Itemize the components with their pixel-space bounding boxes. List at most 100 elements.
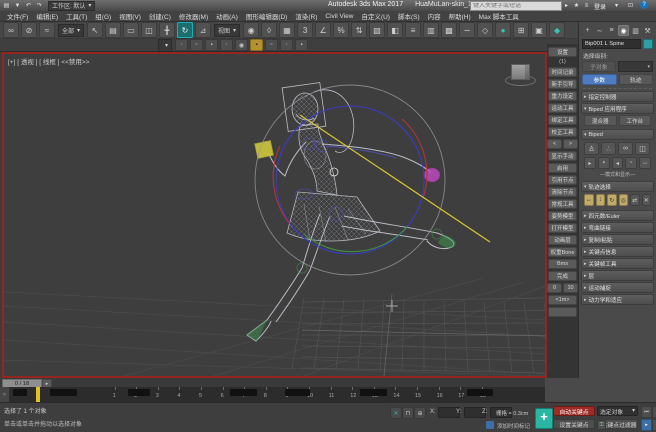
rollout-header-层[interactable]: ▸层 xyxy=(581,270,654,281)
modes-display-divider[interactable]: —模式和显示— xyxy=(582,171,653,178)
add-key-plus-button[interactable]: + xyxy=(535,408,553,429)
set-key-button[interactable]: 设置关键点 xyxy=(553,419,595,429)
biped-file-icon-0[interactable]: ▸ xyxy=(584,157,596,169)
track-selection-icon-2[interactable]: ↻ xyxy=(607,194,617,206)
rollout-header-指定控制器[interactable]: ▸指定控制器 xyxy=(581,91,654,102)
angle-snap-icon[interactable]: ∠ xyxy=(315,22,331,38)
motion-tab[interactable]: ◉ xyxy=(618,25,629,36)
keyframe-marker-0[interactable] xyxy=(13,389,27,396)
select-by-name-icon[interactable]: ▤ xyxy=(105,22,121,38)
sub-object-button[interactable]: 子对象 xyxy=(582,61,616,72)
menu-修改器(M)[interactable]: 修改器(M) xyxy=(175,11,212,21)
key-filter-scope-dropdown[interactable]: 选定对象 ▾ xyxy=(597,406,638,416)
strip-pair-left-button[interactable]: < xyxy=(547,139,562,149)
menu-文件(F)[interactable]: 文件(F) xyxy=(3,11,32,21)
reference-coordinate-dropdown[interactable]: 视图▾ xyxy=(214,24,240,37)
mirror-icon[interactable]: ◧ xyxy=(387,22,403,38)
modify-tab[interactable]: ∼ xyxy=(594,25,605,36)
search-input[interactable] xyxy=(471,3,561,10)
menu-Civil View[interactable]: Civil View xyxy=(321,13,357,20)
go-to-start-icon[interactable]: ⏮ xyxy=(641,406,652,418)
align-icon[interactable]: ≡ xyxy=(405,22,421,38)
keyframe-marker-3[interactable] xyxy=(230,389,257,396)
rollout-header-动力学和适应[interactable]: ▸动力学和适应 xyxy=(581,294,654,305)
strip-button-动画层[interactable]: 动画层 xyxy=(548,235,577,245)
biped-file-icon-1[interactable]: ▪ xyxy=(598,157,610,169)
rectangular-selection-icon[interactable]: ▭ xyxy=(123,22,139,38)
sub-tool-icon-8[interactable]: ◦ xyxy=(280,39,293,51)
percent-snap-icon[interactable]: % xyxy=(333,22,349,38)
trackbar-playhead[interactable] xyxy=(36,387,40,402)
track-selection-icon-3[interactable]: ◎ xyxy=(619,194,629,206)
viewport-canvas[interactable] xyxy=(4,54,545,376)
curve-editor-icon[interactable]: ∼ xyxy=(459,22,475,38)
search-arrow-icon[interactable]: ▸ xyxy=(562,1,571,10)
track-extra-icon-0[interactable]: ⇄ xyxy=(630,194,640,206)
auto-key-button[interactable]: 自动关键点 xyxy=(553,406,595,416)
rollout-header-关键点信息[interactable]: ▸关键点信息 xyxy=(581,246,654,257)
undo-icon[interactable]: ↶ xyxy=(24,1,33,10)
viewport-label[interactable]: [+] [ 透视 ] [ 线框 ] <<禁用>> xyxy=(8,56,89,66)
next-frame-icon[interactable]: ▸ xyxy=(652,419,656,431)
mode-button-参数[interactable]: 参数 xyxy=(582,74,617,85)
app-logo-icon[interactable]: ▤ xyxy=(2,1,11,10)
spinner-snap-icon[interactable]: ⇅ xyxy=(351,22,367,38)
track-extra-icon-1[interactable]: ✕ xyxy=(642,194,652,206)
key-filters-button[interactable]: 关键点过滤器... xyxy=(605,419,638,429)
sub-tool-icon-4[interactable]: ◦ xyxy=(220,39,233,51)
keyframe-marker-5[interactable] xyxy=(360,389,387,396)
sub-tool-icon-5[interactable]: ◉ xyxy=(235,39,248,51)
biped-file-icon-3[interactable]: ▫ xyxy=(625,157,637,169)
create-tab[interactable]: + xyxy=(582,25,593,36)
rollout-header-Biped[interactable]: ▾Biped xyxy=(581,129,654,140)
sub-tool-icon-7[interactable]: ▫ xyxy=(265,39,278,51)
redo-icon[interactable]: ↷ xyxy=(35,1,44,10)
save-icon[interactable]: ▼ xyxy=(13,1,22,10)
display-tab[interactable]: ▥ xyxy=(630,25,641,36)
keyboard-override-icon[interactable]: ▦ xyxy=(279,22,295,38)
workspace-dropdown[interactable]: 工作区: 默认 ▾ xyxy=(48,1,95,11)
strip-button-引用节点[interactable]: 引用节点 xyxy=(548,175,577,185)
track-selection-icon-1[interactable]: ↕ xyxy=(596,194,606,206)
biped-file-icon-4[interactable]: ↔ xyxy=(639,157,651,169)
edit-named-selections-icon[interactable]: ▧ xyxy=(369,22,385,38)
biped-mode-icon-1[interactable]: ∴ xyxy=(601,142,616,155)
screencast-icon[interactable]: ⊡ xyxy=(626,1,635,10)
graphite-ribbon-icon[interactable]: ▩ xyxy=(441,22,457,38)
sub-tool-icon-3[interactable]: ▪ xyxy=(205,39,218,51)
strip-button-权重Bone[interactable]: 权重Bone xyxy=(548,247,577,257)
sign-in-label[interactable]: 登录 xyxy=(594,2,606,11)
menu-动画(A)[interactable]: 动画(A) xyxy=(212,11,242,21)
viewcube-cube[interactable] xyxy=(511,64,530,80)
select-and-manipulate-icon[interactable]: ◊ xyxy=(261,22,277,38)
rotate-gizmo[interactable] xyxy=(255,85,490,275)
keyframe-marker-2[interactable] xyxy=(128,389,150,396)
rollout-header-Biped 应用程序[interactable]: ▾Biped 应用程序 xyxy=(581,103,654,114)
rendered-frame-icon[interactable]: ▣ xyxy=(531,22,547,38)
strip-button-显示手动[interactable]: 显示手动 xyxy=(548,151,577,161)
object-name-field[interactable]: Bip001 L Spine xyxy=(582,39,641,49)
strip-button-打开模型[interactable]: 打开模型 xyxy=(548,223,577,233)
favorites-star-icon[interactable]: ★ xyxy=(572,1,581,10)
use-pivot-center-icon[interactable]: ◉ xyxy=(243,22,259,38)
biped-mode-icon-0[interactable]: ♙ xyxy=(584,142,599,155)
menu-渲染(R)[interactable]: 渲染(R) xyxy=(291,11,321,21)
select-and-scale-icon[interactable]: ⊿ xyxy=(195,22,211,38)
select-object-icon[interactable]: ↖ xyxy=(87,22,103,38)
select-and-rotate-icon[interactable]: ↻ xyxy=(177,22,193,38)
rollout-header-轨迹选择[interactable]: ▾轨迹选择 xyxy=(581,181,654,192)
strip-pair-right-button[interactable]: 10 xyxy=(563,283,578,293)
render-setup-icon[interactable]: ⊞ xyxy=(513,22,529,38)
menu-脚本(S)[interactable]: 脚本(S) xyxy=(394,11,424,21)
schematic-view-icon[interactable]: ◇ xyxy=(477,22,493,38)
strip-pair-left-button[interactable]: 0 xyxy=(547,283,562,293)
keyframe-marker-4[interactable] xyxy=(285,389,310,396)
biped-mode-icon-2[interactable]: ∞ xyxy=(618,142,633,155)
strip-button-时间记录[interactable]: 时间记录 xyxy=(548,67,577,77)
isolate-selection-icon[interactable]: ✕ xyxy=(390,407,402,419)
button-工作台[interactable]: 工作台 xyxy=(619,115,652,126)
menu-组(G)[interactable]: 组(G) xyxy=(91,11,115,21)
strip-button-Bms[interactable]: Bms xyxy=(548,259,577,269)
strip-button-常规工具[interactable]: 常规工具 xyxy=(548,199,577,209)
strip-button-设置[interactable]: 设置 xyxy=(548,47,577,57)
